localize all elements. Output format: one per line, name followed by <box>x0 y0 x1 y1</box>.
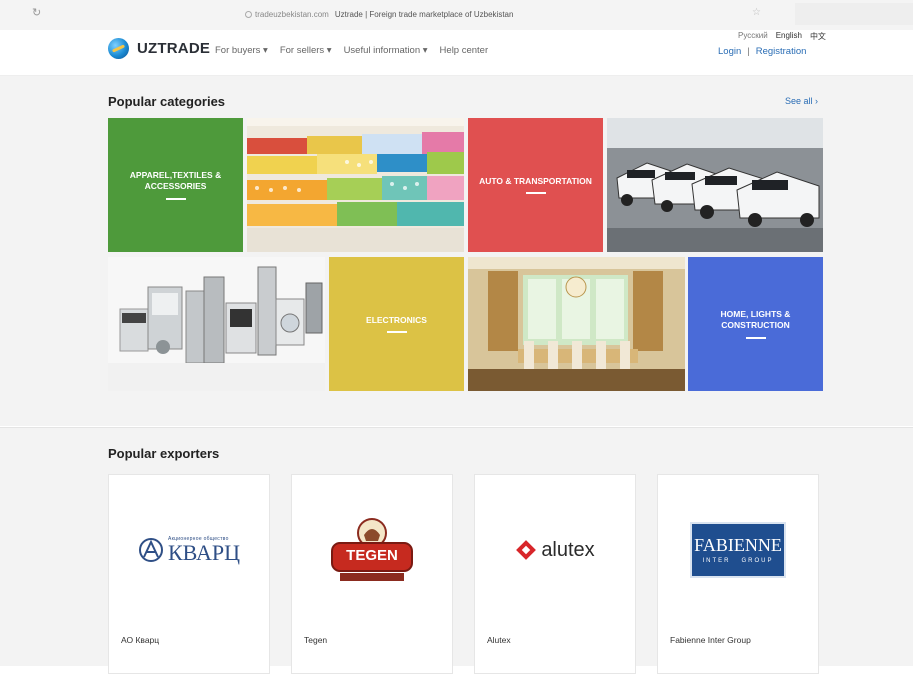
nav-for-buyers[interactable]: For buyers ▾ <box>215 45 268 56</box>
kvarts-emblem-icon <box>139 538 163 562</box>
exporter-name[interactable]: АО Кварц <box>121 635 159 645</box>
logo-subtext: INTER GROUP <box>702 558 774 564</box>
url-domain: tradeuzbekistan.com <box>255 9 329 19</box>
home-image[interactable] <box>468 257 685 391</box>
category-home[interactable]: HOME, LIGHTS & CONSTRUCTION <box>688 257 823 391</box>
auto-image[interactable] <box>607 118 823 252</box>
appliances-picture <box>108 257 325 391</box>
toolbar-extension-area <box>795 3 913 25</box>
underline-bar <box>525 192 546 195</box>
exporter-card-tegen[interactable]: TEGEN Tegen <box>291 474 453 674</box>
exporter-card-fabienne[interactable]: FABIENNE INTER GROUP Fabienne Inter Grou… <box>657 474 819 674</box>
category-electronics[interactable]: ELECTRONICS <box>329 257 464 391</box>
category-label: HOME, LIGHTS & CONSTRUCTION <box>720 309 791 330</box>
globe-logo-icon <box>108 38 129 59</box>
exporter-logo: alutex <box>475 475 635 625</box>
underline-bar <box>386 331 407 334</box>
login-link[interactable]: Login <box>718 46 741 57</box>
textile-shelves-picture <box>247 118 464 252</box>
exporter-logo: FABIENNE INTER GROUP <box>658 475 818 625</box>
cars-parking-picture <box>607 118 823 252</box>
lang-english[interactable]: English <box>776 31 802 42</box>
main-nav: For buyers ▾ For sellers ▾ Useful inform… <box>215 45 500 56</box>
exporter-name[interactable]: Fabienne Inter Group <box>670 635 751 645</box>
category-auto[interactable]: AUTO & TRANSPORTATION <box>468 118 603 252</box>
site-logo[interactable]: UZTRADE <box>108 38 210 59</box>
category-apparel[interactable]: APPAREL,TEXTILES & ACCESSORIES <box>108 118 243 252</box>
bookmark-star-icon[interactable]: ☆ <box>752 7 761 18</box>
site-header: UZTRADE For buyers ▾ For sellers ▾ Usefu… <box>0 30 913 76</box>
category-label: AUTO & TRANSPORTATION <box>479 175 592 186</box>
see-all-link[interactable]: See all › <box>785 96 818 106</box>
exporter-card-kvarts[interactable]: Акционерное общество КВАРЦ АО Кварц <box>108 474 270 674</box>
category-label: ELECTRONICS <box>366 314 427 325</box>
auth-separator: | <box>747 46 750 57</box>
logo-text: КВАРЦ <box>168 540 240 565</box>
logo-text: alutex <box>541 538 595 561</box>
exporter-name[interactable]: Alutex <box>487 635 511 645</box>
popular-categories-section: Popular categories See all › APPAREL,TEX… <box>0 76 913 426</box>
registration-link[interactable]: Registration <box>756 46 807 57</box>
underline-bar <box>745 336 766 339</box>
auth-links: Login | Registration <box>718 46 806 57</box>
logo-text: FABIENNE <box>694 535 782 555</box>
nav-useful-information[interactable]: Useful information ▾ <box>344 45 428 56</box>
section-title-categories: Popular categories <box>108 94 226 109</box>
exporter-logo: Акционерное общество КВАРЦ <box>109 475 269 625</box>
lang-russian[interactable]: Русский <box>738 31 768 42</box>
electronics-image[interactable] <box>108 257 325 391</box>
apparel-image[interactable] <box>247 118 464 252</box>
page-title: Uztrade | Foreign trade marketplace of U… <box>334 9 514 19</box>
logo-text: UZTRADE <box>137 40 211 57</box>
alutex-diamond-icon <box>516 540 537 560</box>
popular-exporters-section: Popular exporters Акционерное общество К… <box>0 427 913 674</box>
nav-for-sellers[interactable]: For sellers ▾ <box>280 45 332 56</box>
nav-help-center[interactable]: Help center <box>440 45 489 56</box>
logo-text: TEGEN <box>346 547 398 564</box>
lang-chinese[interactable]: 中文 <box>810 31 826 42</box>
language-switcher: Русский English 中文 <box>730 31 826 42</box>
section-title-exporters: Popular exporters <box>108 446 220 461</box>
underline-bar <box>165 197 186 200</box>
reload-icon[interactable]: ↻ <box>32 6 41 19</box>
info-icon[interactable] <box>245 10 252 18</box>
browser-toolbar: ↻ tradeuzbekistan.com Uztrade | Foreign … <box>0 0 913 31</box>
exporter-logo: TEGEN <box>292 475 452 625</box>
exporter-card-alutex[interactable]: alutex Alutex <box>474 474 636 674</box>
dining-room-picture <box>468 257 685 391</box>
category-label: APPAREL,TEXTILES & ACCESSORIES <box>129 170 222 191</box>
exporter-name[interactable]: Tegen <box>304 635 327 645</box>
address-bar[interactable]: tradeuzbekistan.com Uztrade | Foreign tr… <box>245 6 513 22</box>
